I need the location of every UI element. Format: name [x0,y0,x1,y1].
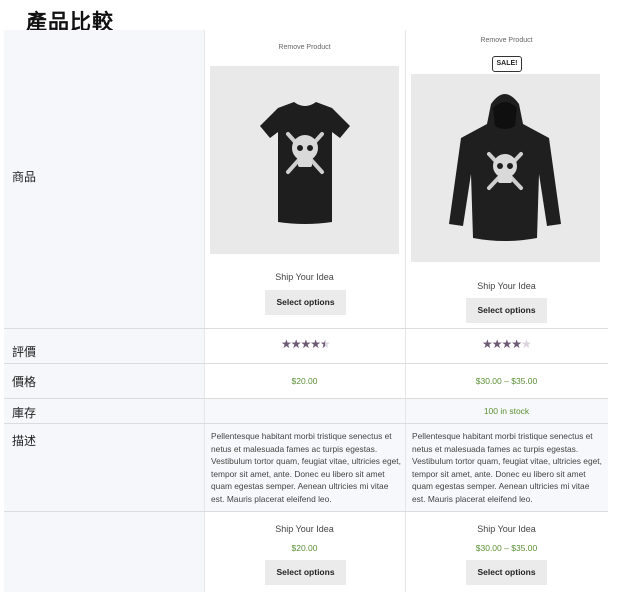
row-divider [4,511,608,512]
row-divider [4,423,608,424]
product-name-footer[interactable]: Ship Your Idea [204,524,405,534]
sale-badge: SALE! [492,56,522,72]
product-price-footer: $20.00 [291,543,318,553]
comparison-table: 商品 評價 價格 庫存 描述 Remove Product Ship Your … [4,30,608,592]
star-rating: ★★★★★ ★★★★★ [281,337,331,351]
product-description: Pellentesque habitant morbi tristique se… [211,431,401,504]
row-label-description: 描述 [12,434,37,448]
row-divider [4,328,608,329]
product-description: Pellentesque habitant morbi tristique se… [412,431,602,504]
row-label-product: 商品 [12,170,37,184]
product-price-footer: $30.00 – $35.00 [475,543,538,553]
label-column [4,30,204,592]
star-rating-fill: ★★★★★ [482,338,522,350]
remove-product-link[interactable]: Remove Product [204,44,405,51]
star-rating-fill: ★★★★★ [281,338,326,350]
select-options-button-footer[interactable]: Select options [265,560,346,585]
row-divider [4,398,608,399]
select-options-button-footer[interactable]: Select options [466,560,547,585]
product-price: $30.00 – $35.00 [475,376,538,386]
column-divider [405,30,406,592]
column-divider [204,30,205,592]
product-name-footer[interactable]: Ship Your Idea [405,524,608,534]
row-label-rating: 評價 [12,345,37,359]
remove-product-link[interactable]: Remove Product [405,37,608,44]
row-label-stock: 庫存 [12,406,37,420]
product-name[interactable]: Ship Your Idea [405,281,608,291]
product-stock: 100 in stock [483,406,530,416]
product-image[interactable] [411,74,600,262]
select-options-button[interactable]: Select options [466,298,547,323]
skull-hoodie-icon [449,94,561,241]
row-divider [4,363,608,364]
product-name[interactable]: Ship Your Idea [204,272,405,282]
row-label-price: 價格 [12,375,37,389]
product-image[interactable] [210,66,399,254]
star-rating: ★★★★★ ★★★★★ [482,337,532,351]
select-options-button[interactable]: Select options [265,290,346,315]
product-price: $20.00 [291,376,318,386]
skull-tshirt-icon [260,102,350,224]
